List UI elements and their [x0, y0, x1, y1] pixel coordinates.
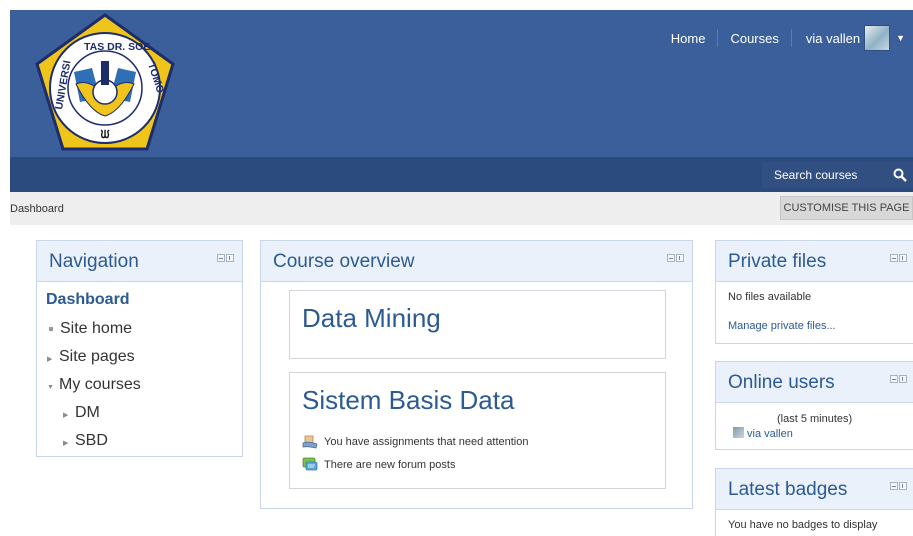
block-controls — [890, 482, 907, 490]
block-controls — [890, 254, 907, 262]
chevron-right-icon: ▶ — [47, 356, 53, 363]
customise-page-button[interactable]: CUSTOMISE THIS PAGE — [780, 196, 913, 220]
search-icon — [893, 168, 907, 182]
nav-course-dm[interactable]: ▶ DM — [63, 404, 100, 422]
chevron-down-icon: ▼ — [47, 384, 54, 391]
no-files-text: No files available — [728, 291, 812, 303]
top-navigation: Home Courses via vallen ▼ — [659, 10, 913, 66]
nav-course-sbd-label: SBD — [75, 432, 108, 449]
site-header: ᙎ TAS DR. SOE UNIVERSI TOMO Home Courses… — [10, 10, 913, 157]
block-title: Private files — [728, 251, 827, 272]
online-user-name: via vallen — [747, 428, 793, 440]
search-courses-label: Search courses — [774, 168, 858, 182]
minimize-icon[interactable] — [890, 482, 898, 490]
nav-home-link[interactable]: Home — [659, 31, 718, 46]
nav-course-sbd[interactable]: ▶ SBD — [63, 432, 108, 450]
user-avatar — [864, 25, 891, 51]
block-controls — [667, 254, 684, 262]
block-controls — [890, 375, 907, 383]
course-title-link[interactable]: Sistem Basis Data — [302, 385, 514, 416]
block-title: Navigation — [49, 251, 139, 272]
chevron-right-icon: ▶ — [63, 440, 69, 447]
minimize-icon[interactable] — [217, 254, 225, 262]
university-logo[interactable]: ᙎ TAS DR. SOE UNIVERSI TOMO — [34, 12, 176, 152]
dock-icon[interactable] — [676, 254, 684, 262]
caret-down-icon: ▼ — [896, 33, 905, 43]
block-header: Latest badges — [716, 469, 913, 510]
online-period-text: (last 5 minutes) — [777, 413, 853, 425]
nav-courses-link[interactable]: Courses — [718, 31, 790, 46]
no-badges-text: You have no badges to display — [728, 519, 878, 531]
chevron-right-icon: ▶ — [63, 412, 69, 419]
private-files-block: Private files No files available Manage … — [715, 240, 913, 344]
breadcrumb-dashboard[interactable]: Dashboard — [10, 203, 64, 215]
assignment-icon — [302, 435, 318, 449]
assignment-notice[interactable]: You have assignments that need attention — [302, 434, 528, 450]
assignment-notice-text: You have assignments that need attention — [324, 436, 529, 448]
nav-my-courses-label: My courses — [59, 376, 141, 393]
block-header: Navigation — [37, 241, 242, 282]
bullet-icon — [49, 327, 53, 331]
svg-text:ᙎ: ᙎ — [100, 128, 109, 141]
nav-my-courses[interactable]: ▼ My courses — [47, 376, 141, 394]
block-controls — [217, 254, 234, 262]
course-title-link[interactable]: Data Mining — [302, 303, 441, 334]
block-header: Course overview — [261, 241, 692, 282]
dock-icon[interactable] — [899, 482, 907, 490]
minimize-icon[interactable] — [890, 375, 898, 383]
online-user-link[interactable]: via vallen — [733, 427, 793, 440]
latest-badges-block: Latest badges You have no badges to disp… — [715, 468, 913, 536]
nav-site-home-label: Site home — [60, 320, 133, 337]
course-overview-block: Course overview Data Mining Sistem Basis… — [260, 240, 693, 509]
nav-dashboard[interactable]: Dashboard — [46, 291, 130, 309]
dock-icon[interactable] — [899, 254, 907, 262]
forum-notice-text: There are new forum posts — [324, 459, 456, 471]
block-title: Course overview — [273, 251, 415, 272]
search-courses-button[interactable]: Search courses — [762, 162, 913, 188]
block-header: Online users — [716, 362, 913, 403]
manage-private-files-link[interactable]: Manage private files... — [728, 320, 836, 332]
user-name: via vallen — [805, 30, 861, 46]
nav-site-pages[interactable]: ▶ Site pages — [47, 348, 135, 366]
block-title: Latest badges — [728, 479, 848, 500]
navbar: Search courses — [10, 157, 913, 192]
course-card: Sistem Basis Data You have assignments t… — [289, 372, 666, 489]
block-header: Private files — [716, 241, 913, 282]
dock-icon[interactable] — [226, 254, 234, 262]
dock-icon[interactable] — [899, 375, 907, 383]
user-avatar — [733, 427, 744, 438]
logo-text-top: TAS DR. SOE — [84, 41, 150, 53]
online-users-block: Online users (last 5 minutes) via vallen — [715, 361, 913, 450]
user-menu[interactable]: via vallen ▼ — [792, 25, 913, 51]
minimize-icon[interactable] — [667, 254, 675, 262]
breadcrumb-bar: Dashboard CUSTOMISE THIS PAGE — [10, 192, 913, 225]
navigation-block: Navigation Dashboard Site home ▶ Site pag… — [36, 240, 243, 457]
course-card: Data Mining — [289, 290, 666, 359]
nav-course-dm-label: DM — [75, 404, 100, 421]
forum-notice[interactable]: There are new forum posts — [302, 457, 455, 473]
nav-site-home[interactable]: Site home — [47, 320, 132, 338]
forum-icon — [302, 457, 318, 471]
minimize-icon[interactable] — [890, 254, 898, 262]
nav-site-pages-label: Site pages — [59, 348, 135, 365]
block-title: Online users — [728, 372, 835, 393]
